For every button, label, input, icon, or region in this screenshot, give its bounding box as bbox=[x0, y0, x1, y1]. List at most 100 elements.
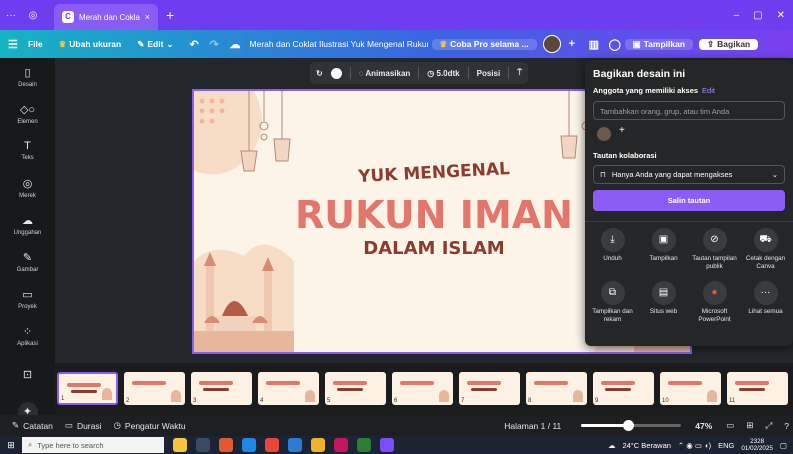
edit-menu[interactable]: ✎ Edit ⌄ bbox=[129, 39, 181, 50]
sidebar-item-unggahan[interactable]: ☁ Unggahan bbox=[0, 206, 55, 243]
thumbnail-page-6[interactable]: 6 bbox=[392, 372, 453, 405]
fullscreen-icon[interactable]: ⤢ bbox=[765, 420, 772, 431]
sidebar-item-gambar[interactable]: ✎ Gambar bbox=[0, 243, 55, 280]
comment-icon[interactable]: ◯ bbox=[601, 38, 621, 51]
page-indicator[interactable]: Halaman 1 / 11 bbox=[504, 421, 561, 431]
sidebar-item-elemen[interactable]: ◇○ Elemen bbox=[0, 95, 55, 132]
undo-icon[interactable]: ↶ bbox=[182, 38, 202, 51]
thumbnail-page-1[interactable]: 1 bbox=[57, 372, 118, 405]
share-button[interactable]: ⇪ Bagikan bbox=[699, 38, 759, 50]
menu-hamburger-icon[interactable]: ☰ bbox=[0, 38, 20, 51]
sidebar-item-teks[interactable]: T Teks bbox=[0, 132, 55, 169]
add-member-icon[interactable]: + bbox=[619, 125, 625, 136]
thumbnail-page-4[interactable]: 4 bbox=[258, 372, 319, 405]
tab-close-icon[interactable]: × bbox=[145, 12, 150, 22]
record-icon: ⧉ bbox=[600, 281, 625, 305]
share-action-website[interactable]: ▤ Situs web bbox=[638, 281, 689, 324]
chrome-icon[interactable] bbox=[265, 438, 279, 452]
grid-view-icon[interactable]: ⊞ bbox=[746, 420, 753, 431]
chevron-down-icon: ⌄ bbox=[166, 38, 174, 49]
zoom-percent[interactable]: 47% bbox=[695, 421, 712, 431]
present-button[interactable]: ▣ Tampilkan bbox=[624, 38, 694, 50]
share-action-see-all[interactable]: ··· Lihat semua bbox=[740, 281, 791, 324]
word-icon[interactable] bbox=[288, 438, 302, 452]
clock[interactable]: 2328 01/02/2025 bbox=[741, 438, 773, 453]
duration-footer-button[interactable]: ▭ Durasi bbox=[65, 420, 102, 431]
maximize-button[interactable]: ▢ bbox=[753, 10, 762, 21]
format-paint-icon[interactable]: ⍑ bbox=[517, 68, 522, 78]
sidebar-item-aplikasi[interactable]: ⁘ Aplikasi bbox=[0, 317, 55, 354]
zoom-slider[interactable] bbox=[581, 420, 682, 431]
windows-start-icon[interactable]: ⊞ bbox=[0, 440, 22, 451]
share-action-download[interactable]: ⤓ Unduh bbox=[587, 228, 638, 271]
excel-icon[interactable] bbox=[357, 438, 371, 452]
close-window-button[interactable]: ✕ bbox=[777, 10, 785, 21]
thumbnail-page-5[interactable]: 5 bbox=[325, 372, 386, 405]
add-collaborator-icon[interactable]: + bbox=[561, 38, 581, 50]
file-menu[interactable]: File bbox=[20, 39, 51, 49]
rotate-icon[interactable]: ↻ bbox=[316, 69, 323, 78]
sidebar-item-desain[interactable]: ▯ Desain bbox=[0, 58, 55, 95]
zoom-slider-knob[interactable] bbox=[623, 420, 635, 431]
browser-menu-icon[interactable]: ··· bbox=[0, 10, 22, 21]
weather-text[interactable]: 24°C Berawan bbox=[622, 441, 670, 450]
sidebar-item-bottom[interactable]: ⊡ bbox=[0, 356, 55, 393]
taskbar-app-icon[interactable] bbox=[334, 438, 348, 452]
taskbar-app-icon[interactable] bbox=[219, 438, 233, 452]
thumb-number: 8 bbox=[528, 398, 532, 404]
copy-link-button[interactable]: Salin tautan bbox=[593, 190, 785, 211]
thumbnail-page-9[interactable]: 9 bbox=[593, 372, 654, 405]
invite-input[interactable]: Tambahkan orang, grup, atau tim Anda bbox=[593, 101, 785, 120]
notification-icon[interactable]: ▢ bbox=[780, 441, 787, 450]
access-dropdown[interactable]: ⊓ Hanya Anda yang dapat mengakses ⌄ bbox=[593, 165, 785, 184]
taskbar-search[interactable]: ⌕ Type here to search bbox=[22, 437, 164, 453]
thumb-shape bbox=[203, 388, 229, 391]
sidebar-item-proyek[interactable]: ▭ Proyek bbox=[0, 280, 55, 317]
link-icon: ⊘ bbox=[702, 228, 727, 252]
browser-tab[interactable]: C Merah dan Coklat I... × bbox=[54, 4, 158, 30]
widget-icon[interactable] bbox=[173, 438, 187, 452]
position-button[interactable]: Posisi bbox=[477, 69, 501, 78]
redo-icon[interactable]: ↷ bbox=[202, 38, 222, 51]
help-icon[interactable]: ? bbox=[784, 421, 789, 431]
task-view-icon[interactable] bbox=[196, 438, 210, 452]
try-pro-button[interactable]: ♛ Coba Pro selama ... bbox=[431, 38, 537, 50]
slide-title-line-3[interactable]: DALAM ISLAM bbox=[314, 238, 554, 259]
thumbnail-page-8[interactable]: 8 bbox=[526, 372, 587, 405]
new-tab-button[interactable]: + bbox=[166, 7, 174, 23]
color-swatch[interactable] bbox=[330, 67, 342, 79]
document-title[interactable]: Merah dan Coklat Ilustrasi Yuk Mengenal … bbox=[242, 39, 428, 49]
member-avatar[interactable] bbox=[597, 127, 611, 141]
resize-button[interactable]: ♛ Ubah ukuran bbox=[51, 39, 130, 50]
timer-button[interactable]: ◷ Pengatur Waktu bbox=[114, 420, 186, 431]
thumbnail-page-2[interactable]: 2 bbox=[124, 372, 185, 405]
share-action-present[interactable]: ▣ Tampilkan bbox=[638, 228, 689, 271]
thumbnail-page-11[interactable]: 11 bbox=[727, 372, 788, 405]
edit-access-link[interactable]: Edit bbox=[702, 86, 715, 95]
edge-icon[interactable] bbox=[242, 438, 256, 452]
canva-taskbar-icon[interactable] bbox=[380, 438, 394, 452]
share-action-print[interactable]: ⛟ Cetak dengan Canva bbox=[740, 228, 791, 271]
sidebar-item-merek[interactable]: ◎ Merek bbox=[0, 169, 55, 206]
animate-button[interactable]: ◌ Animasikan bbox=[359, 69, 411, 78]
share-action-powerpoint[interactable]: ● Microsoft PowerPoint bbox=[689, 281, 740, 324]
thumb-shape bbox=[471, 388, 497, 391]
user-avatar[interactable] bbox=[542, 35, 561, 53]
duration-button[interactable]: ◷ 5.0dtk bbox=[427, 69, 459, 78]
thumbnail-page-10[interactable]: 10 bbox=[660, 372, 721, 405]
thumb-shape bbox=[102, 388, 112, 400]
slide-title-line-2[interactable]: RUKUN IMAN bbox=[284, 193, 584, 237]
share-action-record[interactable]: ⧉ Tampilkan dan rekam bbox=[587, 281, 638, 324]
page-view-icon[interactable]: ▭ bbox=[726, 420, 734, 431]
cloud-sync-icon[interactable]: ☁ bbox=[222, 38, 242, 51]
thumbnail-page-7[interactable]: 7 bbox=[459, 372, 520, 405]
notes-button[interactable]: ✎ Catatan bbox=[12, 420, 53, 431]
minimize-button[interactable]: – bbox=[734, 10, 740, 21]
browser-window-icon[interactable]: ◎ bbox=[22, 10, 44, 21]
insights-chart-icon[interactable]: ▥ bbox=[581, 38, 601, 51]
explorer-icon[interactable] bbox=[311, 438, 325, 452]
thumbnail-page-3[interactable]: 3 bbox=[191, 372, 252, 405]
tray-icons[interactable]: ⌃ ◉ ▭ ◖) bbox=[678, 441, 711, 450]
language-indicator[interactable]: ENG bbox=[718, 441, 734, 450]
share-action-public-link[interactable]: ⊘ Tautan tampilan publik bbox=[689, 228, 740, 271]
